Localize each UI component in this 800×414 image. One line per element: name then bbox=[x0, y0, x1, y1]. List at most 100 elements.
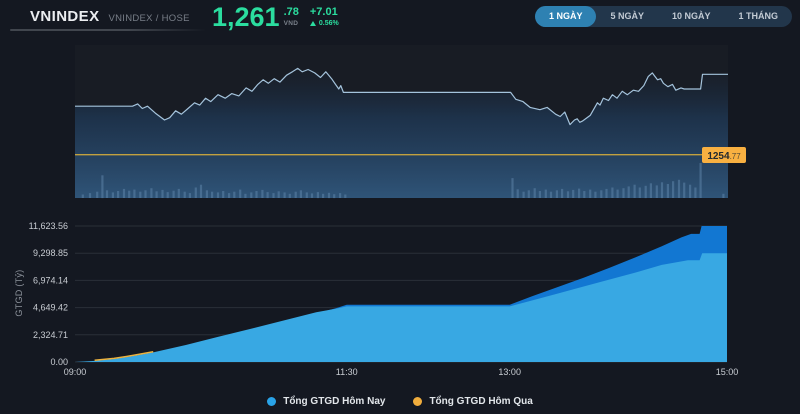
volume-bar bbox=[583, 191, 586, 198]
volume-bar bbox=[205, 190, 208, 198]
volume-bar bbox=[622, 188, 625, 198]
volume-bar bbox=[144, 190, 147, 198]
legend-dot-icon bbox=[413, 397, 423, 406]
up-arrow-icon bbox=[309, 21, 316, 26]
y-tick-label: 11,623.56 bbox=[29, 221, 68, 231]
volume-bar bbox=[600, 190, 603, 198]
volume-bar bbox=[572, 189, 575, 198]
volume-bar bbox=[96, 191, 99, 198]
volume-bar bbox=[638, 187, 641, 198]
volume-bar bbox=[310, 193, 314, 198]
index-change: +7.01 bbox=[309, 6, 338, 18]
previous-close-decimal: .77 bbox=[729, 152, 741, 161]
volume-bar bbox=[272, 193, 275, 198]
volume-bar bbox=[122, 188, 126, 198]
volume-bar bbox=[150, 188, 153, 198]
volume-bar bbox=[589, 189, 592, 198]
turnover-axis-title: GTGD (Tỷ) bbox=[14, 269, 24, 317]
volume-bar bbox=[105, 190, 109, 198]
volume-bar bbox=[117, 191, 120, 198]
volume-bar bbox=[516, 189, 519, 199]
index-value-decimal: .78 bbox=[283, 6, 299, 18]
range-button-4[interactable]: 1 THÁNG bbox=[724, 6, 792, 27]
volume-bar bbox=[172, 190, 175, 198]
volume-bar bbox=[533, 188, 536, 198]
volume-bar bbox=[511, 178, 514, 198]
volume-bar bbox=[666, 184, 669, 198]
y-tick-label: 9,298.85 bbox=[33, 248, 68, 258]
volume-bar bbox=[139, 191, 142, 198]
volume-bar bbox=[538, 191, 541, 198]
symbol-exchange-label: VNINDEX / HOSE bbox=[108, 13, 190, 24]
volume-bar bbox=[594, 191, 597, 198]
volume-bar bbox=[544, 189, 547, 198]
time-range-selector: 1 NGÀY 5 NGÀY 10 NGÀY 1 THÁNG bbox=[534, 6, 792, 27]
volume-bar bbox=[549, 191, 553, 198]
x-tick-label: 11:30 bbox=[336, 367, 358, 377]
volume-bar bbox=[199, 184, 203, 198]
y-tick-label: 4,649.42 bbox=[33, 303, 68, 313]
range-button-2[interactable]: 5 NGÀY bbox=[596, 6, 658, 27]
y-tick-label: 6,974.14 bbox=[33, 275, 68, 285]
volume-bar bbox=[250, 192, 253, 198]
volume-bar bbox=[327, 192, 331, 199]
x-tick-label: 13:00 bbox=[498, 367, 521, 377]
volume-bar bbox=[288, 193, 291, 198]
legend-dot-icon bbox=[267, 397, 277, 406]
volume-bar bbox=[672, 181, 675, 198]
volume-bar bbox=[299, 190, 302, 198]
volume-bar bbox=[616, 189, 619, 198]
volume-bar bbox=[339, 193, 342, 198]
x-tick-label: 15:00 bbox=[716, 367, 739, 377]
y-tick-label: 2,324.71 bbox=[33, 330, 68, 340]
legend-label: Tổng GTGD Hôm Qua bbox=[429, 396, 533, 407]
volume-bar bbox=[578, 188, 581, 199]
price-block: 1,261 .78 VND +7.01 0.56% bbox=[212, 3, 339, 31]
volume-bar bbox=[699, 163, 702, 198]
volume-bar bbox=[228, 193, 231, 198]
price-chart[interactable] bbox=[75, 45, 728, 199]
legend-item-1[interactable]: Tổng GTGD Hôm Nay bbox=[267, 396, 385, 407]
volume-bar bbox=[266, 192, 269, 199]
volume-bar bbox=[255, 191, 258, 198]
volume-bar bbox=[177, 188, 180, 198]
volume-bar bbox=[188, 193, 191, 198]
volume-bar bbox=[694, 187, 697, 198]
y-tick-label: 0.00 bbox=[50, 357, 68, 367]
volume-bar bbox=[133, 189, 136, 198]
volume-bar bbox=[722, 193, 725, 198]
volume-bar bbox=[611, 187, 614, 198]
volume-bar bbox=[222, 191, 225, 198]
volume-bar bbox=[283, 192, 286, 198]
volume-bar bbox=[527, 190, 530, 198]
volume-bar bbox=[155, 191, 158, 198]
volume-bar bbox=[111, 192, 114, 198]
header: VNINDEX VNINDEX / HOSE bbox=[30, 8, 190, 25]
charts-canvas: 0.00 2,324.71 4,649.42 6,974.14 9,298.85 11,6… bbox=[29, 45, 739, 377]
volume-bar bbox=[233, 191, 236, 198]
volume-bar bbox=[294, 191, 297, 198]
volume-bar bbox=[316, 192, 319, 199]
volume-bar bbox=[644, 185, 647, 199]
legend-label: Tổng GTGD Hôm Nay bbox=[283, 396, 386, 407]
volume-bar bbox=[239, 189, 242, 198]
volume-bar bbox=[183, 191, 186, 198]
volume-bar bbox=[211, 191, 214, 198]
range-button-1[interactable]: 1 NGÀY bbox=[534, 6, 597, 27]
volume-bar bbox=[677, 179, 681, 198]
x-tick-label: 09:00 bbox=[64, 367, 87, 377]
volume-bar bbox=[261, 189, 264, 198]
index-change-percent: 0.56% bbox=[318, 20, 339, 27]
range-button-3[interactable]: 10 NGÀY bbox=[658, 6, 725, 27]
header-divider bbox=[10, 29, 206, 31]
volume-bar bbox=[101, 175, 104, 199]
index-value: 1,261 bbox=[212, 2, 280, 32]
volume-bar bbox=[555, 190, 558, 198]
volume-bar bbox=[627, 186, 630, 198]
volume-bar bbox=[194, 187, 197, 198]
legend-item-2[interactable]: Tổng GTGD Hôm Qua bbox=[413, 396, 533, 407]
turnover-chart[interactable]: 0.00 2,324.71 4,649.42 6,974.14 9,298.85 11,6… bbox=[29, 221, 739, 377]
volume-bar bbox=[655, 185, 658, 198]
volume-bar bbox=[683, 182, 686, 198]
chart-legend: Tổng GTGD Hôm Nay Tổng GTGD Hôm Qua bbox=[0, 396, 800, 407]
